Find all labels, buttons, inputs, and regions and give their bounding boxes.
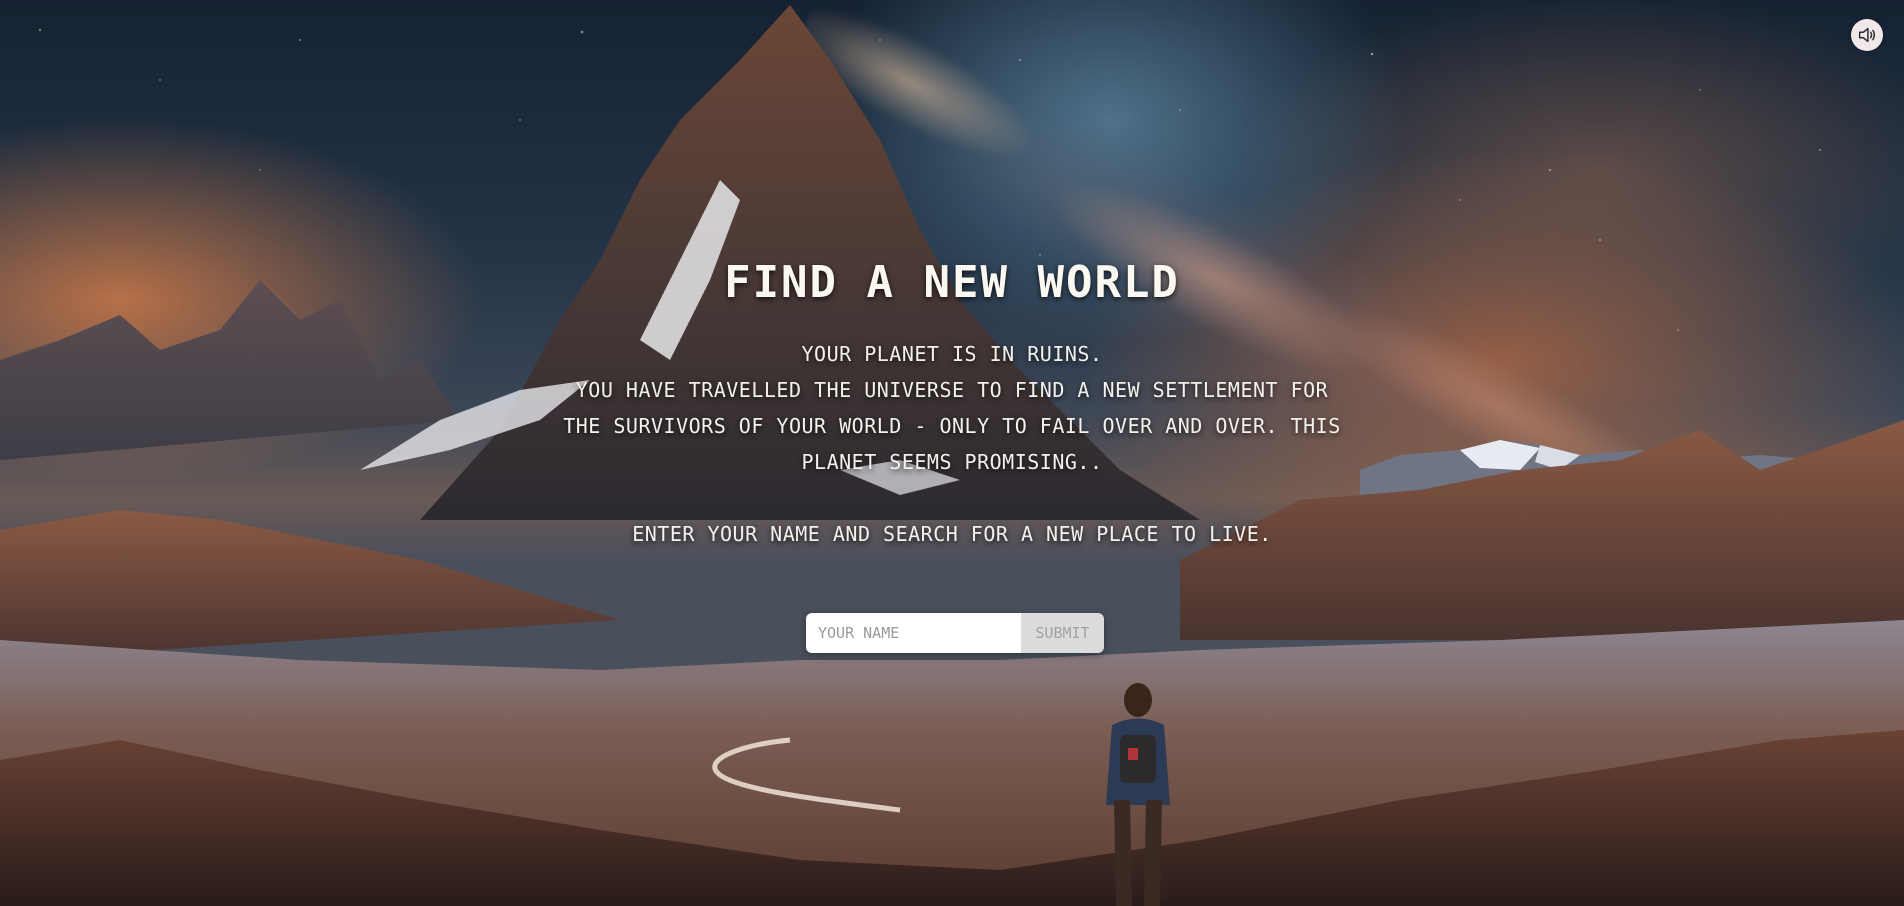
sound-toggle-button[interactable] [1851, 19, 1883, 51]
speaker-icon [1858, 27, 1876, 43]
intro-content: FIND A NEW WORLD YOUR PLANET IS IN RUINS… [0, 252, 1904, 552]
page-title: FIND A NEW WORLD [724, 257, 1180, 308]
submit-button[interactable]: SUBMIT [1021, 613, 1104, 653]
name-form: SUBMIT [806, 613, 1104, 653]
name-input[interactable] [806, 613, 1021, 653]
story-line-2: YOU HAVE TRAVELLED THE UNIVERSE TO FIND … [563, 378, 1341, 474]
story-line-1: YOUR PLANET IS IN RUINS. [801, 342, 1103, 366]
name-prompt: ENTER YOUR NAME AND SEARCH FOR A NEW PLA… [632, 522, 1272, 546]
story-text: YOUR PLANET IS IN RUINS. YOU HAVE TRAVEL… [562, 336, 1342, 480]
